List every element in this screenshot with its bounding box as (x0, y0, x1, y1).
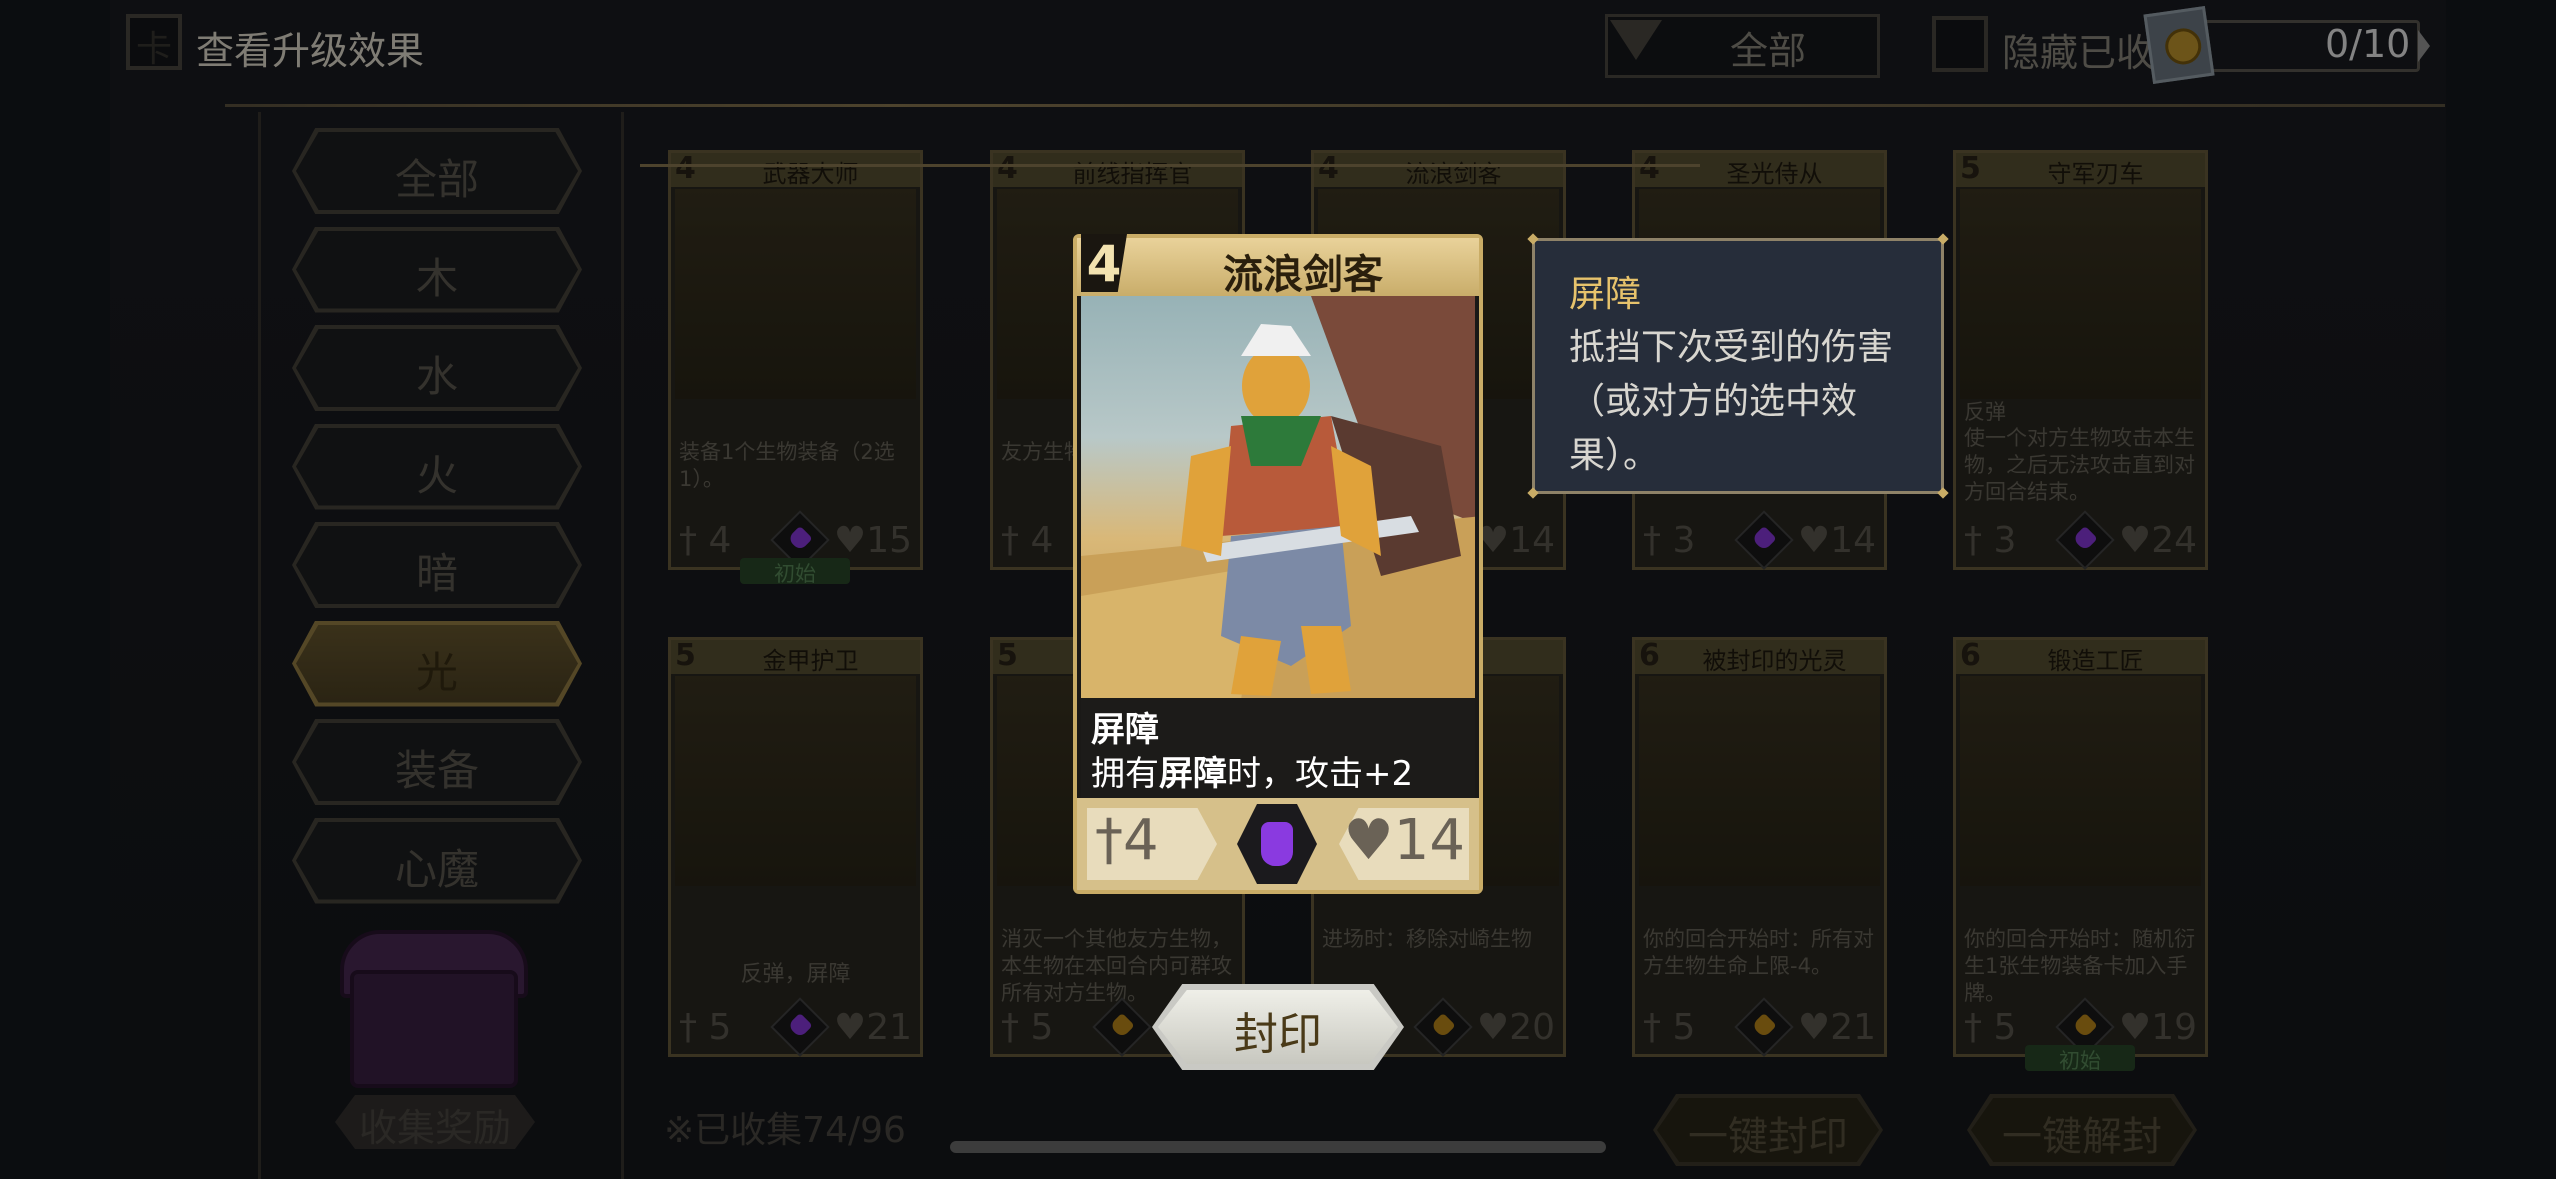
featured-card-name: 流浪剑客 (1223, 252, 1383, 298)
helmet-icon (1237, 804, 1317, 884)
featured-card-stats: †4 ♥14 (1077, 798, 1479, 890)
featured-card-keyword[interactable]: 屏障 (1091, 702, 1159, 751)
sword-icon: † (1095, 808, 1123, 873)
featured-card-text: 拥有屏障时，攻击+2 (1091, 754, 1414, 794)
featured-card-description: 屏障 拥有屏障时，攻击+2 (1081, 698, 1475, 798)
tooltip-title: 屏障 (1569, 274, 1642, 315)
featured-card-health: ♥14 (1343, 808, 1465, 873)
keyword-tooltip: 屏障 抵挡下次受到的伤害（或对方的选中效果）。 (1527, 233, 1949, 499)
heart-icon: ♥ (1343, 808, 1394, 873)
seal-button-label: 封印 (1234, 1009, 1322, 1060)
featured-card-art (1081, 296, 1475, 700)
featured-card: 4 流浪剑客 屏障 拥有屏障时，攻击+2 †4 ♥14 (1073, 234, 1483, 894)
featured-card-attack: †4 (1095, 808, 1159, 873)
tooltip-body: 抵挡下次受到的伤害（或对方的选中效果）。 (1569, 327, 1894, 476)
home-indicator[interactable] (950, 1141, 1606, 1153)
